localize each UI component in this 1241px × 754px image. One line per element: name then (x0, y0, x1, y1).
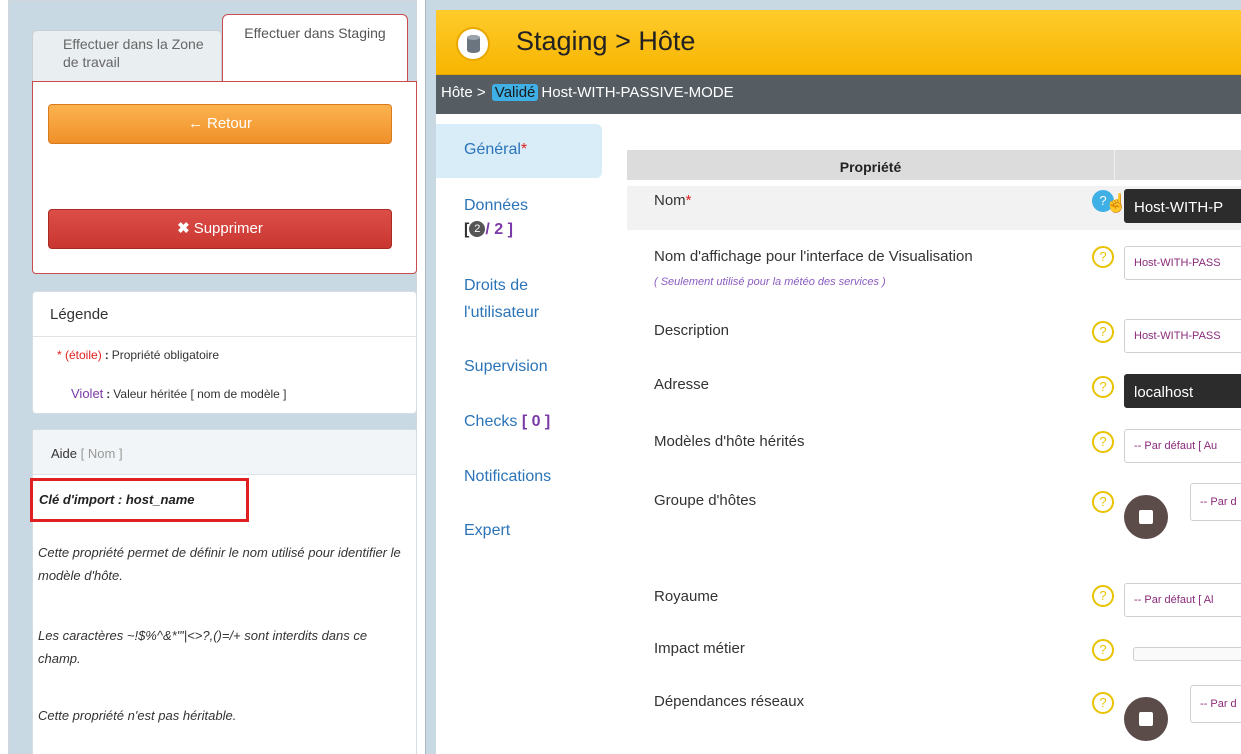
required-marker: * (520, 141, 528, 158)
status-badge: Validé (491, 84, 539, 101)
prop-label-network-deps: Dépendances réseaux (654, 693, 805, 710)
host-groups-toggle-button[interactable] (1124, 495, 1168, 539)
nav-item-label: Droits de (464, 277, 529, 294)
legend-title: Légende (33, 292, 416, 337)
help-title-text: Aide (51, 446, 78, 461)
nav-item-label: l'utilisateur (464, 304, 540, 321)
help-icon[interactable]: ? (1092, 321, 1114, 343)
back-button[interactable]: ← Retour (48, 104, 392, 144)
action-panel: ← Retour ✖ Supprimer (32, 81, 417, 274)
nav-item-checks[interactable]: Checks [ 0 ] (436, 410, 602, 434)
nav-item-notifications[interactable]: Notifications (436, 465, 602, 489)
page-title: Staging > Hôte (516, 26, 696, 56)
help-paragraph: Les caractères ~!$%^&*"'|<>?,()=/+ sont … (38, 628, 368, 666)
templates-select[interactable]: -- Par défaut [ Au (1124, 429, 1241, 463)
table-header: Propriété (627, 150, 1241, 180)
hand-cursor-icon: ☝ (1105, 193, 1128, 213)
nav-item-expert[interactable]: Expert (436, 519, 602, 543)
legend-inherited: Violet: Valeur héritée [ nom de modèle ] (71, 386, 287, 401)
prop-label-business-impact: Impact métier (654, 640, 745, 657)
help-title: Aide [ Nom ] (33, 430, 416, 475)
help-icon[interactable]: ? (1092, 246, 1114, 268)
breadcrumb: Hôte > Validé Host-WITH-PASSIVE-MODE (436, 75, 1241, 114)
prop-label-royaume: Royaume (654, 588, 719, 605)
nav-item-label: Général (464, 141, 521, 158)
help-context: [ Nom ] (80, 446, 123, 461)
nav-item-label: Notifications (464, 468, 552, 485)
mode-tabs: Effectuer dans la Zone de travail Effect… (32, 14, 417, 82)
legend-mandatory-text: Propriété obligatoire (111, 348, 220, 362)
breadcrumb-host-name: Host-WITH-PASSIVE-MODE (541, 84, 734, 101)
help-icon[interactable]: ? (1092, 491, 1114, 513)
legend-inherited-key: Violet (71, 386, 104, 401)
network-deps-toggle-button[interactable] (1124, 697, 1168, 741)
help-icon[interactable]: ? (1092, 376, 1114, 398)
legend-separator: : (106, 387, 111, 401)
arrow-left-icon: ← (187, 115, 203, 132)
nav-item-droits[interactable]: Droits de l'utilisateur (436, 274, 602, 325)
prop-label-adresse: Adresse (654, 376, 710, 393)
nav-item-general[interactable]: Général* (436, 124, 602, 178)
prop-label-description: Description (654, 322, 730, 339)
legend-inherited-text: Valeur héritée [ nom de modèle ] (113, 387, 287, 401)
tab-staging[interactable]: Effectuer dans Staging (222, 14, 408, 82)
network-deps-select[interactable]: -- Par d (1190, 685, 1241, 723)
legend-mandatory: * (étoile): Propriété obligatoire (57, 348, 219, 362)
tab-workspace[interactable]: Effectuer dans la Zone de travail (32, 30, 222, 82)
database-icon (456, 27, 490, 61)
help-icon[interactable]: ? (1092, 585, 1114, 607)
business-impact-slider[interactable] (1133, 647, 1241, 661)
nav-item-label: Checks (464, 413, 518, 430)
help-panel: Aide [ Nom ] Clé d'import : host_name Ce… (30, 429, 417, 754)
help-icon[interactable]: ? (1092, 431, 1114, 453)
realm-select[interactable]: -- Par défaut [ Al (1124, 583, 1241, 617)
nav-item-donnees[interactable]: Données [2/ 2 ] (436, 194, 602, 242)
title-bar: Staging > Hôte (436, 10, 1241, 75)
breadcrumb-prefix[interactable]: Hôte > (441, 84, 486, 101)
checks-count: [ 0 ] (521, 413, 551, 430)
nav-item-label: Supervision (464, 358, 548, 375)
prop-sublabel: ( Seulement utilisé pour la météo des se… (654, 276, 886, 288)
column-header-property: Propriété (627, 150, 1115, 180)
count-total: / 2 ] (485, 221, 513, 238)
main-content: Staging > Hôte Hôte > Validé Host-WITH-PA… (436, 10, 1241, 754)
nav-item-label: Expert (464, 522, 511, 539)
display-name-input[interactable]: Host-WITH-PASS (1124, 246, 1241, 280)
address-input[interactable]: localhost (1124, 374, 1241, 408)
help-paragraph: Cette propriété n'est pas héritable. (38, 708, 237, 723)
right-panel: Staging > Hôte Hôte > Validé Host-WITH-PA… (425, 0, 1241, 754)
nom-input[interactable]: Host-WITH-P (1124, 189, 1241, 223)
prop-label-display-name: Nom d'affichage pour l'interface de Visu… (654, 248, 973, 265)
legend-mandatory-key: * (étoile) (57, 348, 102, 362)
delete-button-label: Supprimer (193, 220, 263, 237)
import-key-highlight: Clé d'import : host_name (30, 478, 249, 522)
back-button-label: Retour (206, 115, 253, 132)
nav-item-label: Données (464, 197, 529, 214)
count-current-badge: 2 (469, 221, 486, 237)
help-icon[interactable]: ? (1092, 639, 1114, 661)
prop-label-nom: Nom* (654, 192, 692, 209)
help-paragraph: Cette propriété permet de définir le nom… (38, 545, 401, 583)
host-groups-select[interactable]: -- Par d (1190, 483, 1241, 521)
legend-panel: Légende * (étoile): Propriété obligatoire… (32, 291, 417, 414)
times-icon: ✖ (177, 220, 190, 237)
required-marker: * (685, 192, 692, 209)
prop-label-host-groups: Groupe d'hôtes (654, 492, 757, 509)
delete-button[interactable]: ✖ Supprimer (48, 209, 392, 249)
left-panel: Effectuer dans la Zone de travail Effect… (8, 0, 417, 754)
help-icon[interactable]: ? (1092, 692, 1114, 714)
nav-item-supervision[interactable]: Supervision (436, 355, 602, 379)
description-input[interactable]: Host-WITH-PASS (1124, 319, 1241, 353)
section-nav: Général* Données [2/ 2 ] Droits de l'uti… (436, 124, 602, 754)
prop-label-templates: Modèles d'hôte hérités (654, 433, 805, 450)
legend-separator: : (104, 348, 109, 362)
